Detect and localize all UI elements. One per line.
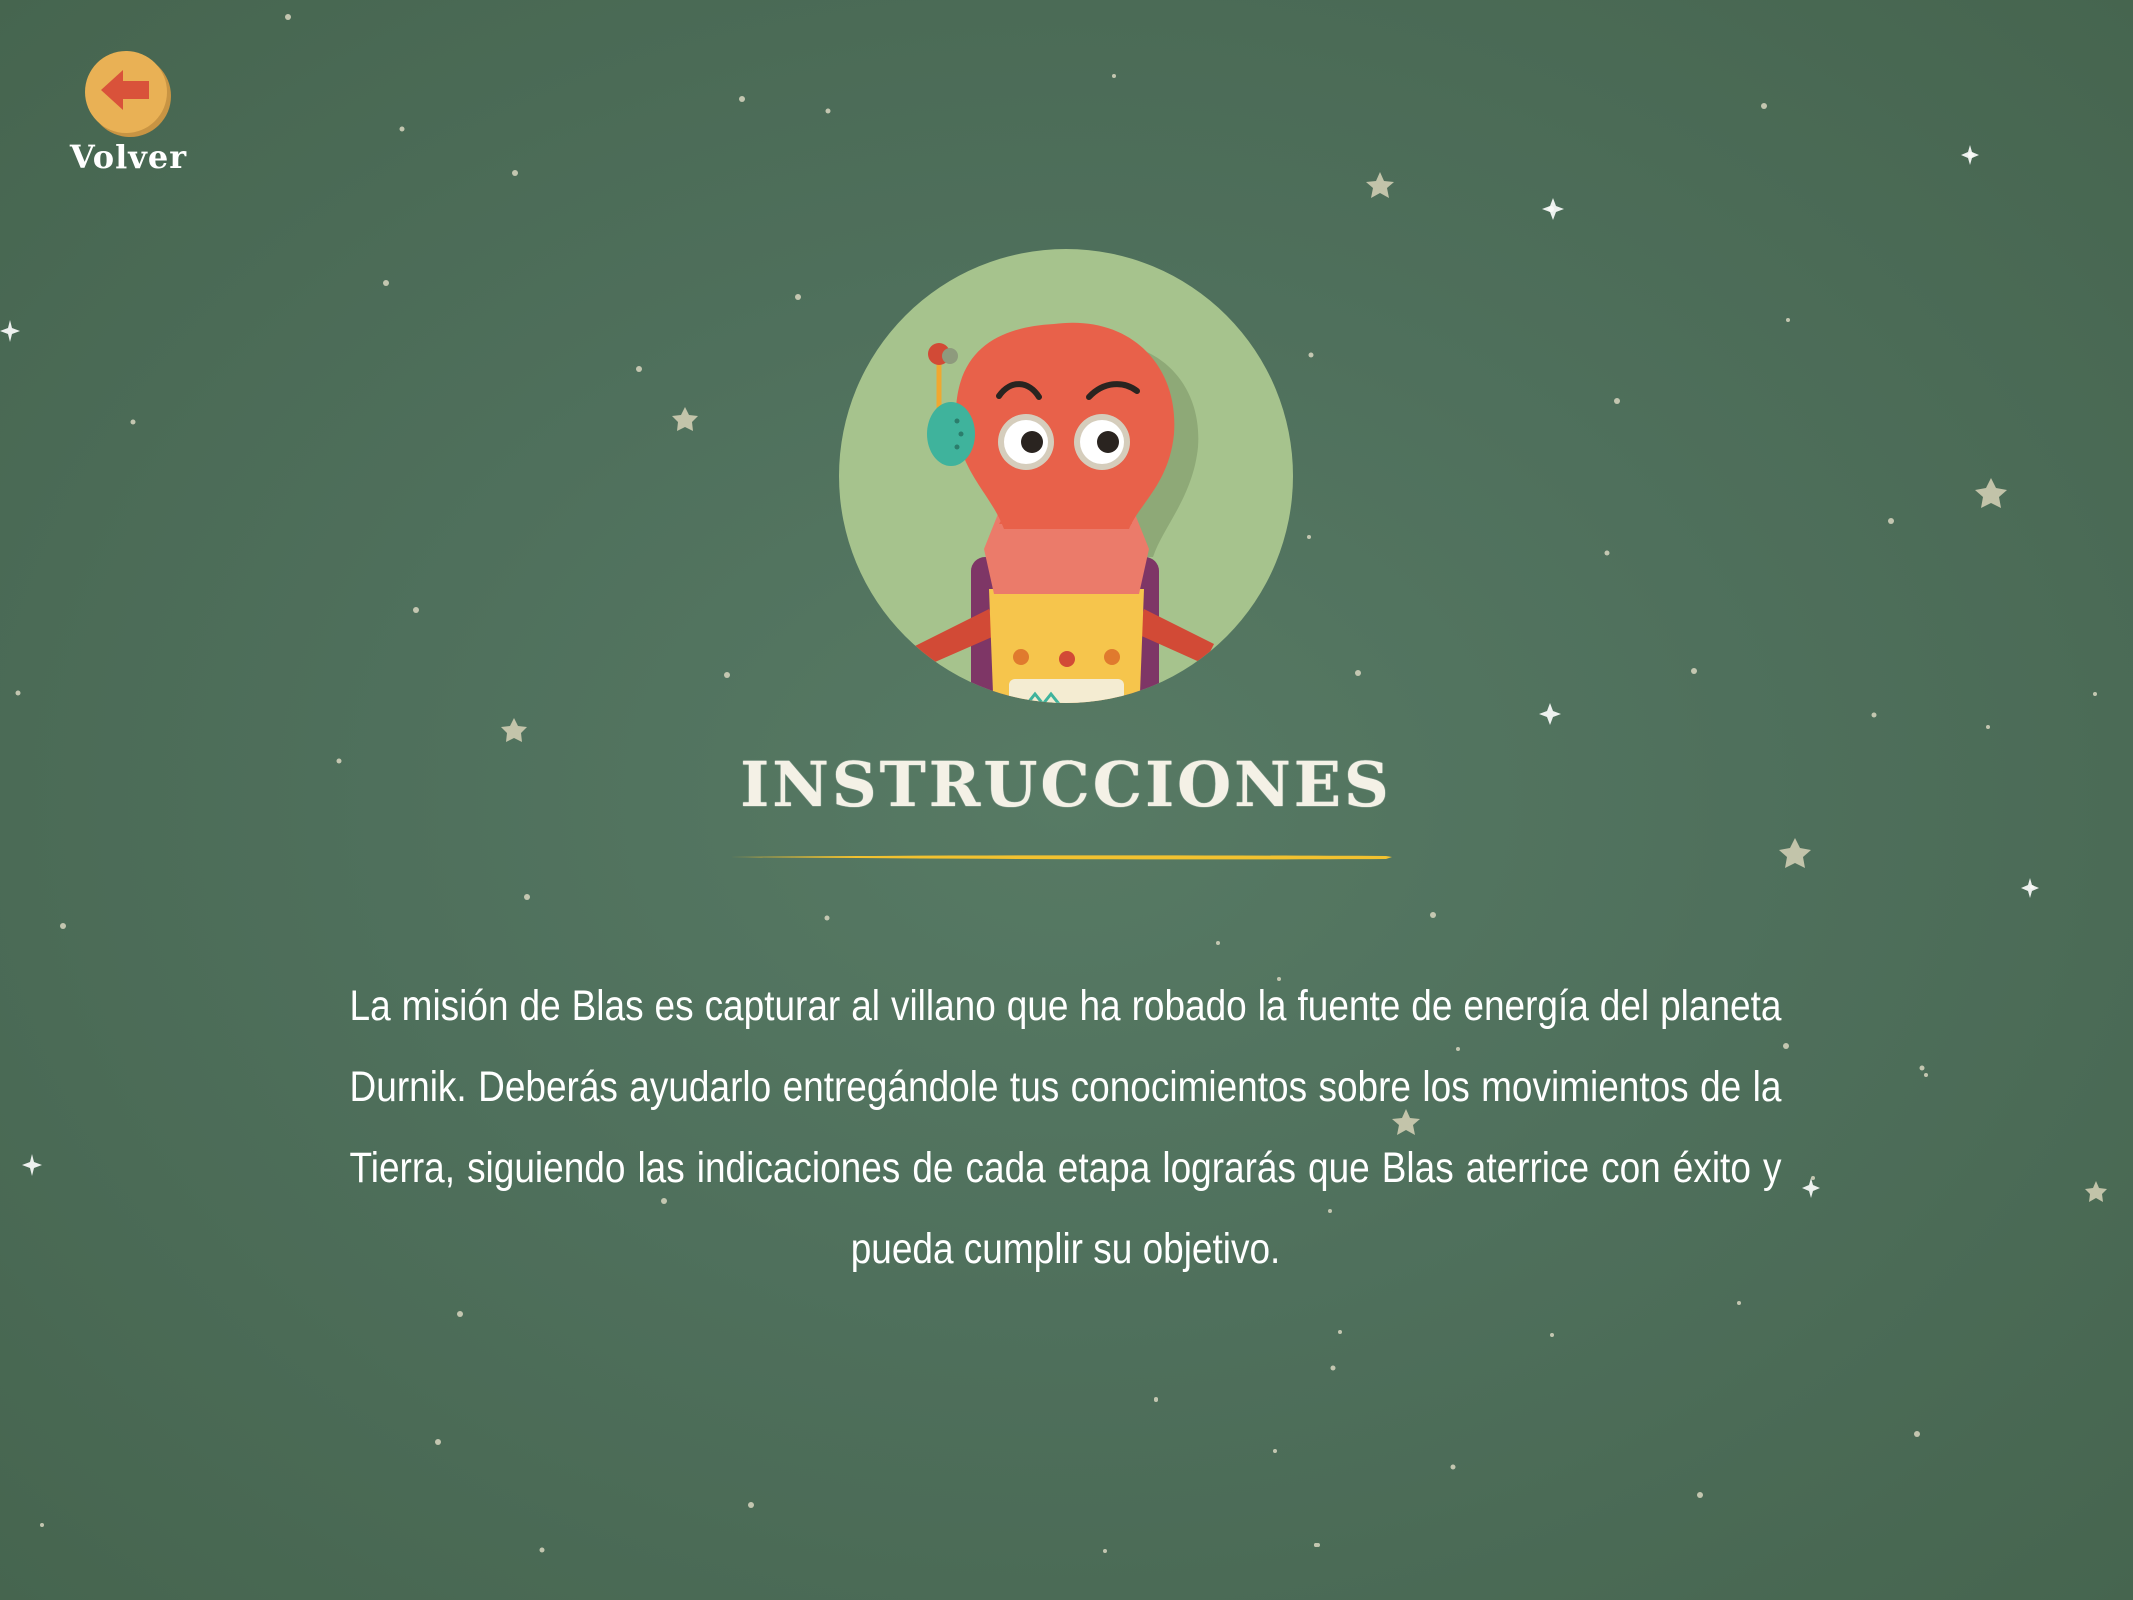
robot-avatar-image <box>839 249 1293 703</box>
back-button-label: Volver <box>69 138 188 176</box>
arrow-left-icon <box>101 70 149 110</box>
title-underline <box>730 855 1392 860</box>
back-button[interactable]: Volver <box>56 48 201 188</box>
instructions-text: La misión de Blas es capturar al villano… <box>349 982 1782 1273</box>
page-title: INSTRUCCIONES <box>740 748 1392 821</box>
back-button-circle[interactable] <box>85 51 167 133</box>
